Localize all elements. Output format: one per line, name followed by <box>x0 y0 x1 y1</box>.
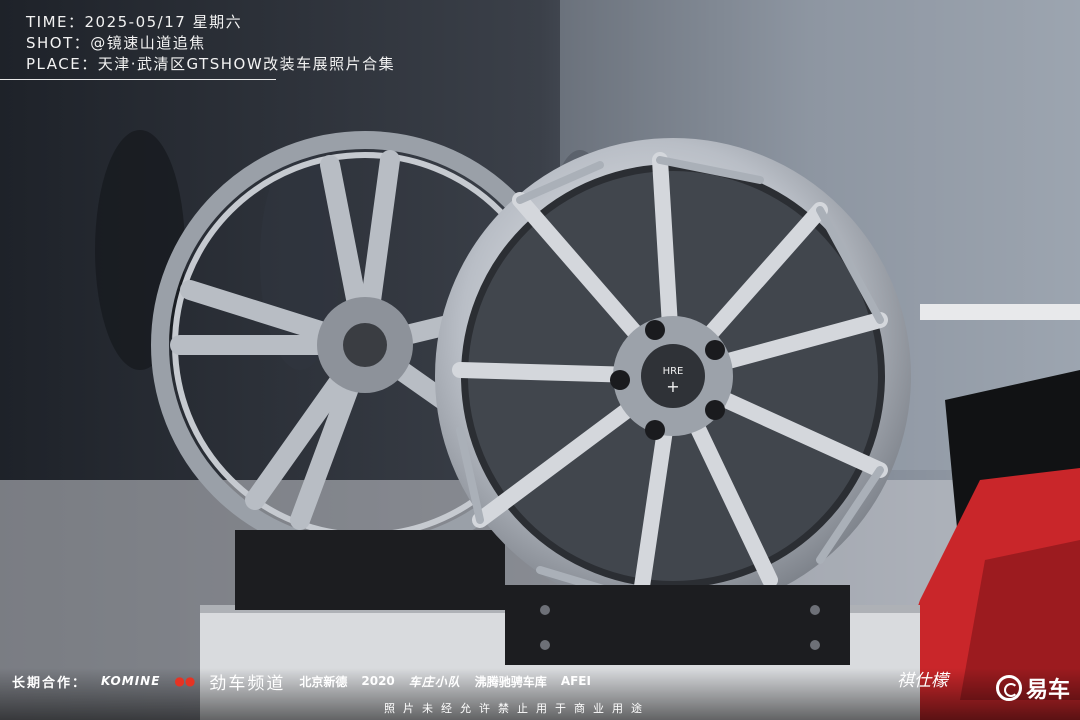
clothing-rack <box>920 304 1080 320</box>
logo-afei: AFEI <box>560 674 591 688</box>
logo-beijing: 北京新德 <box>299 674 348 689</box>
yiche-logo-icon <box>995 675 1022 701</box>
caption-shot: SHOT：@镜速山道追焦 <box>26 34 206 52</box>
partner-logos: 长期合作： KOMINE ●● 劲车频道 北京新德 2020 车庄小队 沸腾驰骋… <box>12 670 591 694</box>
logo-round-badge: 2020 <box>361 674 395 688</box>
logo-signature: 祺仕檬 <box>897 671 948 691</box>
yiche-watermark: 易车 <box>995 672 1070 704</box>
caption-divider <box>0 79 276 80</box>
logo-komine: KOMINE <box>101 674 161 688</box>
caption-place: PLACE：天津·武清区GTSHOW改装车展照片合集 <box>26 55 396 73</box>
logo-jinche: 劲车频道 <box>209 673 286 694</box>
blurred-person <box>95 130 185 370</box>
logo-chezhuang: 车庄小队 <box>408 674 461 689</box>
wheel-stand-front <box>505 585 850 665</box>
wheel-center-cap-text: HRE <box>663 366 684 377</box>
photo-caption: TIME：2025-05/17 星期六 SHOT：@镜速山道追焦 PLACE：天… <box>26 12 395 75</box>
wheel-center-cap-cross: + <box>666 377 679 396</box>
logo-feiteng: 沸腾驰骋车库 <box>474 674 547 689</box>
caption-time: TIME：2025-05/17 星期六 <box>26 13 243 31</box>
copyright-disclaimer: 照片未经允许禁止用于商业用途 <box>384 702 650 715</box>
wheel-stand-back <box>235 530 505 610</box>
photo-scene: HRE + <box>0 0 1080 720</box>
partners-label: 长期合作： <box>12 675 88 691</box>
yiche-brand-text: 易车 <box>1025 678 1070 703</box>
logo-emblem: ●● <box>174 674 196 688</box>
